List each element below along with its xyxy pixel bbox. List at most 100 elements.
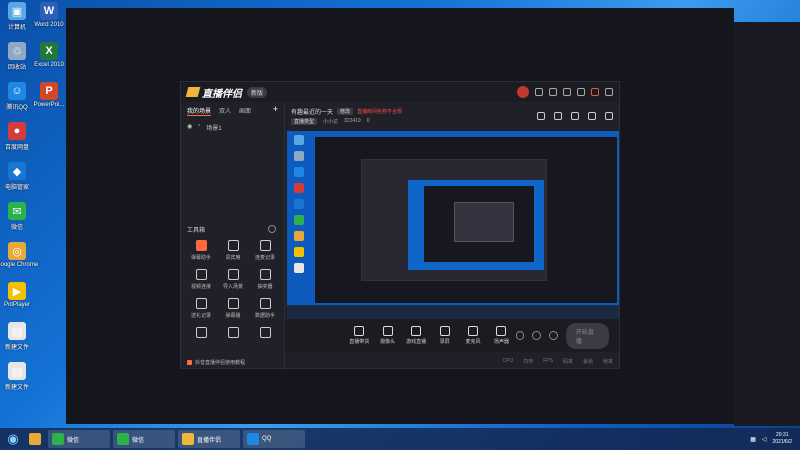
desktop-office-icon-2[interactable]: P PowerPoi... xyxy=(34,82,64,120)
tab-duo[interactable]: 双人 xyxy=(219,106,231,116)
desktop-icons-column: ▣ 计算机 ♲ 回收站 ☺ 腾讯QQ ● 百度网盘 ◆ 电脑管家 ✉ 微信 ◎ Google Chrome… xyxy=(0,2,38,402)
wallet-icon[interactable] xyxy=(549,88,557,96)
live-category[interactable]: 直播类型 xyxy=(291,118,318,125)
tab-my-scenes[interactable]: 我的场景 xyxy=(187,106,212,116)
desktop-icon-5[interactable]: ✉ 微信 xyxy=(2,202,32,240)
taskbar-item[interactable] xyxy=(25,430,45,448)
live-selling-button[interactable]: 直播带货 xyxy=(345,326,373,345)
status-metric: 帧率 xyxy=(602,358,613,365)
desktop-icon-9[interactable]: ▤ 新建文件 xyxy=(2,362,32,400)
desktop-app-icon: ◎ xyxy=(8,242,26,260)
windows-taskbar: ◉ 微信 微信 直播伴侣 QQ ▦ ◁ 20:31 2021/6/2 xyxy=(0,428,800,450)
taskbar-item[interactable]: QQ xyxy=(243,430,305,448)
tool-item[interactable] xyxy=(217,327,249,341)
preview-desktop-icon xyxy=(294,151,304,161)
preview-desktop-icon xyxy=(294,167,304,177)
record-button[interactable]: 录屏 xyxy=(430,326,458,345)
desktop-icon-1[interactable]: ♲ 回收站 xyxy=(2,42,32,80)
desktop-office-icon-1[interactable]: X Excel 2010 xyxy=(34,42,64,80)
start-live-button[interactable]: 开始直播 xyxy=(565,322,609,349)
tool-item[interactable]: 弹幕助手 xyxy=(185,240,217,261)
taskbar-item[interactable]: 直播伴侣 xyxy=(178,430,240,448)
tutorial-icon xyxy=(187,360,192,365)
taskbar-item-label: QQ xyxy=(262,436,272,442)
game-live-button[interactable]: 游戏直播 xyxy=(402,326,430,345)
tool-item[interactable]: 数据助手 xyxy=(249,298,281,319)
taskbar-item-label: 微信 xyxy=(132,437,145,444)
version-badge[interactable]: 新版 xyxy=(247,86,268,98)
tutorial-link[interactable]: 抖音直播伴侣使用教程 xyxy=(187,359,245,366)
tool-item[interactable] xyxy=(249,327,281,341)
taskbar-item[interactable]: 微信 xyxy=(48,430,110,448)
desktop-icon-4[interactable]: ◆ 电脑管家 xyxy=(2,162,32,200)
toolbox-more-icon[interactable] xyxy=(268,225,276,233)
notification-icon[interactable] xyxy=(588,112,596,120)
tool-item[interactable]: 导入场景 xyxy=(217,269,249,290)
tool-icon xyxy=(227,298,239,309)
desktop-icon-6[interactable]: ◎ Google Chrome xyxy=(0,242,38,280)
broadcast-icon[interactable] xyxy=(605,112,613,120)
start-button[interactable]: ◉ xyxy=(4,430,22,448)
visible-toggle-icon[interactable]: ◉ xyxy=(187,123,192,132)
tool-item[interactable]: 弹幕播 xyxy=(217,298,249,319)
preview-nested-desktop xyxy=(408,180,544,270)
desktop-icon-8[interactable]: ▤ 新建文件 xyxy=(2,322,32,360)
tool-label: 弹幕助手 xyxy=(190,255,211,261)
share-icon[interactable] xyxy=(571,112,579,120)
settings-icon[interactable] xyxy=(563,88,571,96)
desktop-icon-7[interactable]: ▶ PotPlayer xyxy=(2,282,32,320)
desktop-icon-0[interactable]: ▣ 计算机 xyxy=(2,2,32,40)
edit-title-button[interactable]: 修改 xyxy=(337,108,354,115)
tool-label: 贵宾席 xyxy=(225,255,241,261)
desktop-app-icon: ▤ xyxy=(8,322,26,340)
eye-icon[interactable] xyxy=(532,331,542,340)
gift-icon[interactable] xyxy=(537,112,545,120)
tool-label: 数据助手 xyxy=(254,313,275,319)
camera-button[interactable]: 摄像头 xyxy=(373,326,401,345)
tool-label: 送礼记录 xyxy=(190,313,211,319)
lock-icon[interactable]: ▫ xyxy=(198,123,200,132)
tab-screen[interactable]: 画面 xyxy=(239,106,251,116)
add-scene-button[interactable]: + xyxy=(273,105,278,116)
maximize-icon[interactable] xyxy=(591,88,599,96)
scene-item[interactable]: ◉ ▫ 场景1 xyxy=(181,120,284,135)
user-avatar[interactable] xyxy=(517,86,529,98)
microphone-button[interactable]: 麦克风 xyxy=(459,326,487,345)
taskbar-item[interactable]: 微信 xyxy=(113,430,175,448)
clock[interactable]: 20:31 2021/6/2 xyxy=(773,432,792,446)
live-preview[interactable] xyxy=(287,131,619,319)
clock-time: 20:31 xyxy=(776,432,789,438)
desktop-icon-2[interactable]: ☺ 腾讯QQ xyxy=(2,82,32,120)
tool-item[interactable] xyxy=(185,327,217,341)
speaker-button[interactable]: 扬声器 xyxy=(487,326,515,345)
desktop-icon-label: 新建文件 xyxy=(4,385,29,391)
tool-item[interactable]: 视频连接 xyxy=(185,269,217,290)
gear-icon[interactable] xyxy=(549,331,558,340)
desktop-icon-3[interactable]: ● 百度网盘 xyxy=(2,122,32,160)
network-icon[interactable]: ▦ xyxy=(750,436,756,443)
camera-icon xyxy=(382,326,393,336)
desktop-app-icon: P xyxy=(40,82,58,100)
lock-room-icon[interactable] xyxy=(554,112,562,120)
preview-desktop-icon xyxy=(294,199,304,209)
desktop-icon-label: Google Chrome xyxy=(0,262,39,268)
tool-item[interactable]: 贵宾席 xyxy=(217,240,249,261)
bottom-control-bar: 直播带货 摄像头 游戏直播 录屏 麦克风 扬声器 开始直播 xyxy=(285,319,619,352)
desktop-app-icon: ♲ xyxy=(8,42,26,60)
video-settings-icon[interactable] xyxy=(515,331,525,340)
tool-item[interactable]: 抽奖器 xyxy=(249,269,281,290)
desktop-icon-label: 新建文件 xyxy=(4,345,29,351)
tool-item[interactable]: 连麦记录 xyxy=(249,240,281,261)
taskbar-app-icon xyxy=(29,433,41,445)
volume-icon[interactable]: ◁ xyxy=(762,436,767,443)
preview-taskbar xyxy=(287,305,619,319)
main-panel: 有趣最近的一天 修改 直播房间名称不合规 直播类型 小小达 322419 0 直… xyxy=(285,102,619,370)
toolbox-grid: 弹幕助手 贵宾席 连麦记录视频连接 导入场景 抽奖器送礼记录 弹幕播 数据助手 xyxy=(185,240,281,341)
tool-item[interactable]: 送礼记录 xyxy=(185,298,217,319)
tool-icon xyxy=(195,240,207,251)
desktop-office-icon-0[interactable]: W Word 2010 xyxy=(34,2,64,40)
close-icon[interactable] xyxy=(605,88,613,96)
message-icon[interactable] xyxy=(535,88,543,96)
record-label: 录屏 xyxy=(439,339,450,345)
minimize-icon[interactable] xyxy=(577,88,585,96)
